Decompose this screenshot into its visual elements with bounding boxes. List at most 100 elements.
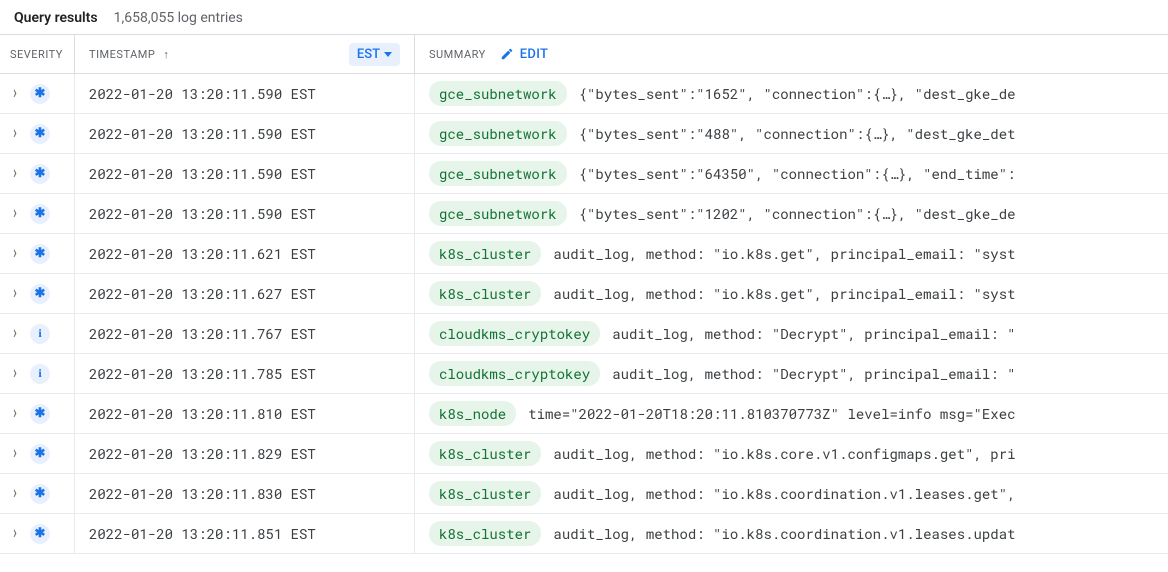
resource-chip[interactable]: k8s_node <box>429 401 516 426</box>
expand-row-icon[interactable]: › <box>8 203 22 224</box>
timestamp-cell: 2022-01-20 13:20:11.627 EST <box>75 274 415 313</box>
log-row[interactable]: ›✱2022-01-20 13:20:11.590 ESTgce_subnetw… <box>0 114 1168 154</box>
summary-text: {"bytes_sent":"64350", "connection":{…},… <box>579 164 1154 183</box>
summary-cell: gce_subnetwork {"bytes_sent":"488", "conn… <box>415 121 1168 146</box>
severity-default-icon[interactable]: ✱ <box>30 404 50 424</box>
severity-default-icon[interactable]: ✱ <box>30 204 50 224</box>
timestamp-cell: 2022-01-20 13:20:11.767 EST <box>75 314 415 353</box>
timezone-selector[interactable]: EST <box>349 43 400 66</box>
timestamp-cell: 2022-01-20 13:20:11.851 EST <box>75 514 415 553</box>
sort-asc-icon: ↑ <box>163 48 169 61</box>
severity-default-icon[interactable]: ✱ <box>30 124 50 144</box>
expand-row-icon[interactable]: › <box>8 403 22 424</box>
severity-default-icon[interactable]: ✱ <box>30 484 50 504</box>
resource-chip[interactable]: gce_subnetwork <box>429 161 567 186</box>
resource-chip[interactable]: gce_subnetwork <box>429 201 567 226</box>
summary-text: audit_log, method: "io.k8s.core.v1.confi… <box>553 444 1154 463</box>
log-row[interactable]: ›✱2022-01-20 13:20:11.851 ESTk8s_cluster… <box>0 514 1168 554</box>
severity-default-icon[interactable]: ✱ <box>30 84 50 104</box>
summary-cell: k8s_cluster audit_log, method: "io.k8s.co… <box>415 481 1168 506</box>
severity-info-icon[interactable]: i <box>30 324 50 344</box>
col-header-timestamp[interactable]: TIMESTAMP ↑ EST <box>75 35 415 73</box>
resource-chip[interactable]: k8s_cluster <box>429 521 541 546</box>
severity-default-icon[interactable]: ✱ <box>30 524 50 544</box>
timestamp-cell: 2022-01-20 13:20:11.785 EST <box>75 354 415 393</box>
col-header-severity-label: SEVERITY <box>10 48 63 61</box>
expand-row-icon[interactable]: › <box>8 323 22 344</box>
resource-chip[interactable]: k8s_cluster <box>429 241 541 266</box>
summary-text: time="2022-01-20T18:20:11.810370773Z" le… <box>528 404 1154 423</box>
severity-cell: ›i <box>0 354 75 393</box>
severity-default-icon[interactable]: ✱ <box>30 444 50 464</box>
summary-cell: gce_subnetwork{"bytes_sent":"1202", "con… <box>415 201 1168 226</box>
expand-row-icon[interactable]: › <box>8 523 22 544</box>
col-header-timestamp-label: TIMESTAMP <box>89 48 155 61</box>
expand-row-icon[interactable]: › <box>8 163 22 184</box>
severity-cell: ›✱ <box>0 74 75 113</box>
summary-text: {"bytes_sent":"1652", "connection":{…}, … <box>579 84 1154 103</box>
edit-summary-button[interactable]: EDIT <box>500 47 548 62</box>
timezone-label: EST <box>357 47 380 62</box>
summary-cell: k8s_cluster audit_log, method: "io.k8s.ge… <box>415 281 1168 306</box>
expand-row-icon[interactable]: › <box>8 243 22 264</box>
severity-default-icon[interactable]: ✱ <box>30 284 50 304</box>
resource-chip[interactable]: k8s_cluster <box>429 481 541 506</box>
summary-cell: k8s_cluster audit_log, method: "io.k8s.co… <box>415 521 1168 546</box>
results-count: 1,658,055 log entries <box>114 10 243 26</box>
resource-chip[interactable]: gce_subnetwork <box>429 81 567 106</box>
severity-cell: ›✱ <box>0 514 75 553</box>
log-row[interactable]: ›✱2022-01-20 13:20:11.590 ESTgce_subnetw… <box>0 194 1168 234</box>
summary-text: audit_log, method: "io.k8s.get", princip… <box>553 284 1154 303</box>
summary-cell: k8s_node time="2022-01-20T18:20:11.810370… <box>415 401 1168 426</box>
summary-cell: cloudkms_cryptokeyaudit_log, method: "De… <box>415 321 1168 346</box>
col-header-severity[interactable]: SEVERITY <box>0 35 75 73</box>
log-row[interactable]: ›✱2022-01-20 13:20:11.627 ESTk8s_cluster… <box>0 274 1168 314</box>
log-row[interactable]: ›✱2022-01-20 13:20:11.621 ESTk8s_cluster… <box>0 234 1168 274</box>
summary-text: audit_log, method: "io.k8s.coordination.… <box>553 484 1154 503</box>
resource-chip[interactable]: cloudkms_cryptokey <box>429 361 600 386</box>
severity-default-icon[interactable]: ✱ <box>30 164 50 184</box>
severity-cell: ›✱ <box>0 114 75 153</box>
results-header: Query results 1,658,055 log entries <box>0 0 1168 34</box>
log-row[interactable]: ›✱2022-01-20 13:20:11.590 ESTgce_subnetw… <box>0 154 1168 194</box>
log-row[interactable]: ›i2022-01-20 13:20:11.785 ESTcloudkms_cr… <box>0 354 1168 394</box>
log-row[interactable]: ›✱2022-01-20 13:20:11.829 ESTk8s_cluster… <box>0 434 1168 474</box>
resource-chip[interactable]: cloudkms_cryptokey <box>429 321 600 346</box>
log-row[interactable]: ›i2022-01-20 13:20:11.767 ESTcloudkms_cr… <box>0 314 1168 354</box>
expand-row-icon[interactable]: › <box>8 283 22 304</box>
edit-label: EDIT <box>520 47 548 62</box>
resource-chip[interactable]: gce_subnetwork <box>429 121 567 146</box>
col-header-summary-label: SUMMARY <box>429 48 486 61</box>
severity-cell: ›✱ <box>0 234 75 273</box>
log-row[interactable]: ›✱2022-01-20 13:20:11.590 ESTgce_subnetw… <box>0 74 1168 114</box>
severity-info-icon[interactable]: i <box>30 364 50 384</box>
summary-text: audit_log, method: "io.k8s.coordination.… <box>553 524 1154 543</box>
severity-default-icon[interactable]: ✱ <box>30 244 50 264</box>
resource-chip[interactable]: k8s_cluster <box>429 441 541 466</box>
expand-row-icon[interactable]: › <box>8 443 22 464</box>
results-title: Query results <box>14 10 98 26</box>
summary-cell: gce_subnetwork {"bytes_sent":"1652", "con… <box>415 81 1168 106</box>
severity-cell: ›✱ <box>0 474 75 513</box>
log-row[interactable]: ›✱2022-01-20 13:20:11.810 ESTk8s_nodetim… <box>0 394 1168 434</box>
timestamp-cell: 2022-01-20 13:20:11.590 EST <box>75 154 415 193</box>
expand-row-icon[interactable]: › <box>8 83 22 104</box>
summary-cell: k8s_cluster audit_log, method: "io.k8s.co… <box>415 441 1168 466</box>
summary-cell: k8s_cluster audit_log, method: "io.k8s.ge… <box>415 241 1168 266</box>
severity-cell: ›✱ <box>0 154 75 193</box>
expand-row-icon[interactable]: › <box>8 123 22 144</box>
timestamp-cell: 2022-01-20 13:20:11.810 EST <box>75 394 415 433</box>
severity-cell: ›✱ <box>0 434 75 473</box>
summary-text: {"bytes_sent":"488", "connection":{…}, "… <box>579 124 1154 143</box>
severity-cell: ›✱ <box>0 394 75 433</box>
chevron-down-icon <box>384 52 392 57</box>
expand-row-icon[interactable]: › <box>8 363 22 384</box>
table-header-row: SEVERITY TIMESTAMP ↑ EST SUMMARY EDIT <box>0 34 1168 74</box>
severity-cell: ›i <box>0 314 75 353</box>
expand-row-icon[interactable]: › <box>8 483 22 504</box>
pencil-icon <box>500 47 514 61</box>
summary-text: audit_log, method: "io.k8s.get", princip… <box>553 244 1154 263</box>
timestamp-cell: 2022-01-20 13:20:11.830 EST <box>75 474 415 513</box>
resource-chip[interactable]: k8s_cluster <box>429 281 541 306</box>
log-row[interactable]: ›✱2022-01-20 13:20:11.830 ESTk8s_cluster… <box>0 474 1168 514</box>
